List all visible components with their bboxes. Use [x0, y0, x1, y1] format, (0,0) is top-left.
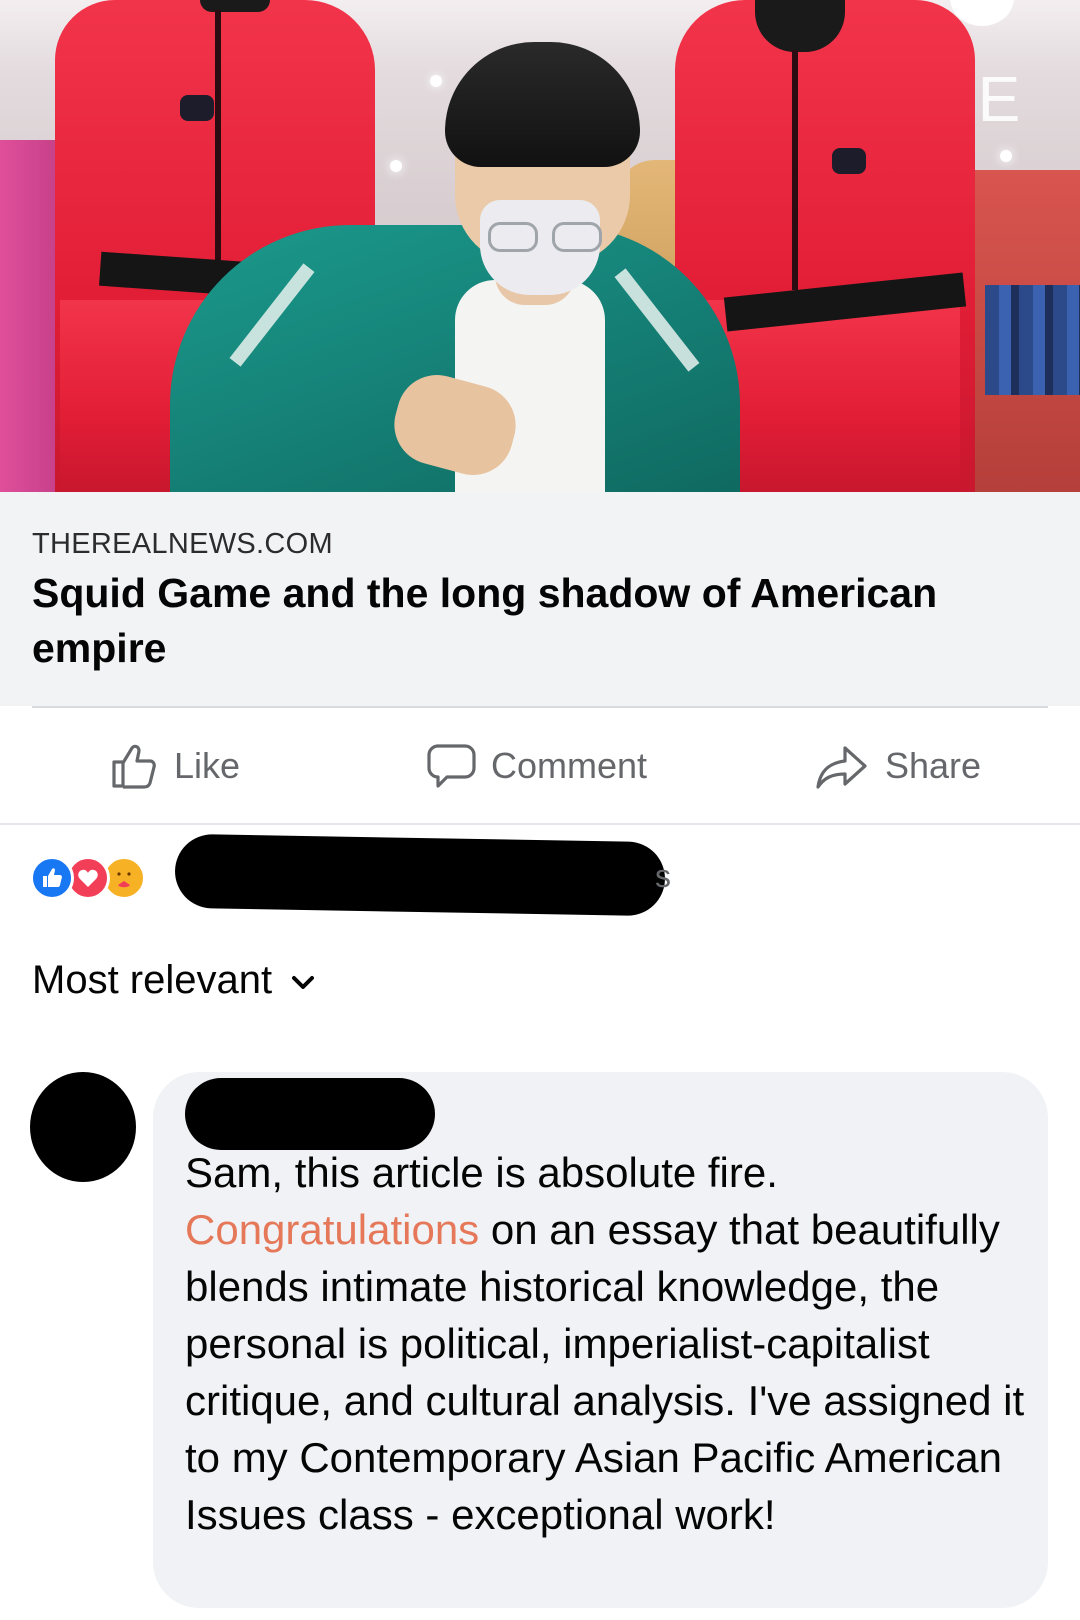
- link-preview-image[interactable]: LE: [0, 0, 1080, 492]
- comment-sort-dropdown[interactable]: Most relevant: [32, 958, 316, 1003]
- redacted-commenter-name: [185, 1078, 435, 1150]
- like-label: Like: [174, 745, 241, 786]
- link-domain: THEREALNEWS.COM: [32, 528, 333, 560]
- comment-text: Sam, this article is absolute fire. Cong…: [185, 1144, 1025, 1543]
- like-button[interactable]: Like: [108, 740, 240, 792]
- thumbs-up-icon: [108, 740, 160, 792]
- speech-bubble-icon: [425, 740, 477, 792]
- sort-label: Most relevant: [32, 958, 273, 1002]
- ceiling-light: [430, 75, 442, 87]
- share-label: Share: [885, 745, 982, 786]
- reaction-names-tail[interactable]: s: [655, 858, 671, 895]
- comment-button[interactable]: Comment: [425, 740, 647, 792]
- commenter-avatar-redacted[interactable]: [30, 1072, 136, 1182]
- zipper: [215, 10, 221, 260]
- glove: [832, 148, 866, 174]
- redacted-names: [174, 833, 666, 917]
- ceiling-light: [390, 160, 402, 172]
- share-arrow-icon: [815, 740, 871, 792]
- clothing-rack: [985, 285, 1080, 395]
- zipper: [792, 50, 798, 290]
- comment-text-end: on an essay that beautifully blends inti…: [185, 1206, 1025, 1538]
- like-reaction-icon: [30, 856, 74, 900]
- divider: [0, 823, 1080, 825]
- link-title[interactable]: Squid Game and the long shadow of Americ…: [32, 566, 1042, 676]
- ceiling-light: [1000, 150, 1012, 162]
- post-action-bar: Like Comment Share: [0, 708, 1080, 824]
- chevron-down-icon: [290, 958, 316, 1003]
- comment-highlight-word: Congratulations: [185, 1206, 480, 1253]
- comment-label: Comment: [491, 745, 648, 786]
- glasses-lens: [552, 222, 602, 252]
- guard-left-mask: [200, 0, 270, 12]
- glasses-lens: [488, 222, 538, 252]
- comment-text-start: Sam, this article is absolute fire.: [185, 1149, 778, 1196]
- glove: [180, 95, 214, 121]
- share-button[interactable]: Share: [815, 740, 981, 792]
